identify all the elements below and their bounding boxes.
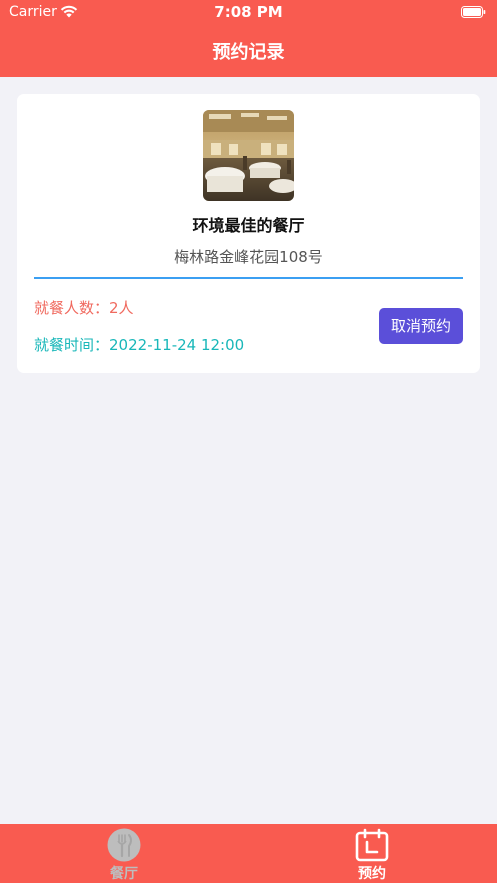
tab-bar: 餐厅 预约 (0, 824, 497, 883)
restaurant-fork-icon (107, 828, 141, 862)
page-title: 预约记录 (212, 42, 285, 63)
battery-icon (461, 6, 486, 18)
party-size-label: 就餐人数： (34, 299, 110, 317)
tab-restaurant-label: 餐厅 (110, 866, 138, 882)
status-bar: Carrier 7:08 PM (0, 0, 497, 26)
cancel-reservation-button[interactable]: 取消预约 (379, 308, 463, 344)
tab-restaurant[interactable]: 餐厅 (0, 824, 248, 883)
restaurant-thumbnail (203, 110, 294, 201)
dining-time-row: 就餐时间：2022-11-24 12:00 (34, 334, 244, 355)
restaurant-name: 环境最佳的餐厅 (192, 216, 305, 235)
tab-reservation[interactable]: 预约 (248, 824, 496, 883)
party-size-row: 就餐人数：2人 (34, 297, 134, 318)
tab-reservation-label: 预约 (358, 866, 386, 882)
dining-time-value: 2022-11-24 12:00 (109, 336, 245, 354)
status-time: 7:08 PM (214, 3, 283, 21)
dining-time-label: 就餐时间： (34, 336, 110, 354)
party-size-value: 2人 (109, 299, 134, 317)
divider (34, 277, 463, 279)
header: Carrier 7:08 PM 预约记录 (0, 0, 497, 77)
calendar-icon (355, 828, 389, 862)
restaurant-address: 梅林路金峰花园108号 (174, 248, 323, 266)
reservation-card: 环境最佳的餐厅 梅林路金峰花园108号 就餐人数：2人 就餐时间：2022-11… (17, 94, 480, 373)
